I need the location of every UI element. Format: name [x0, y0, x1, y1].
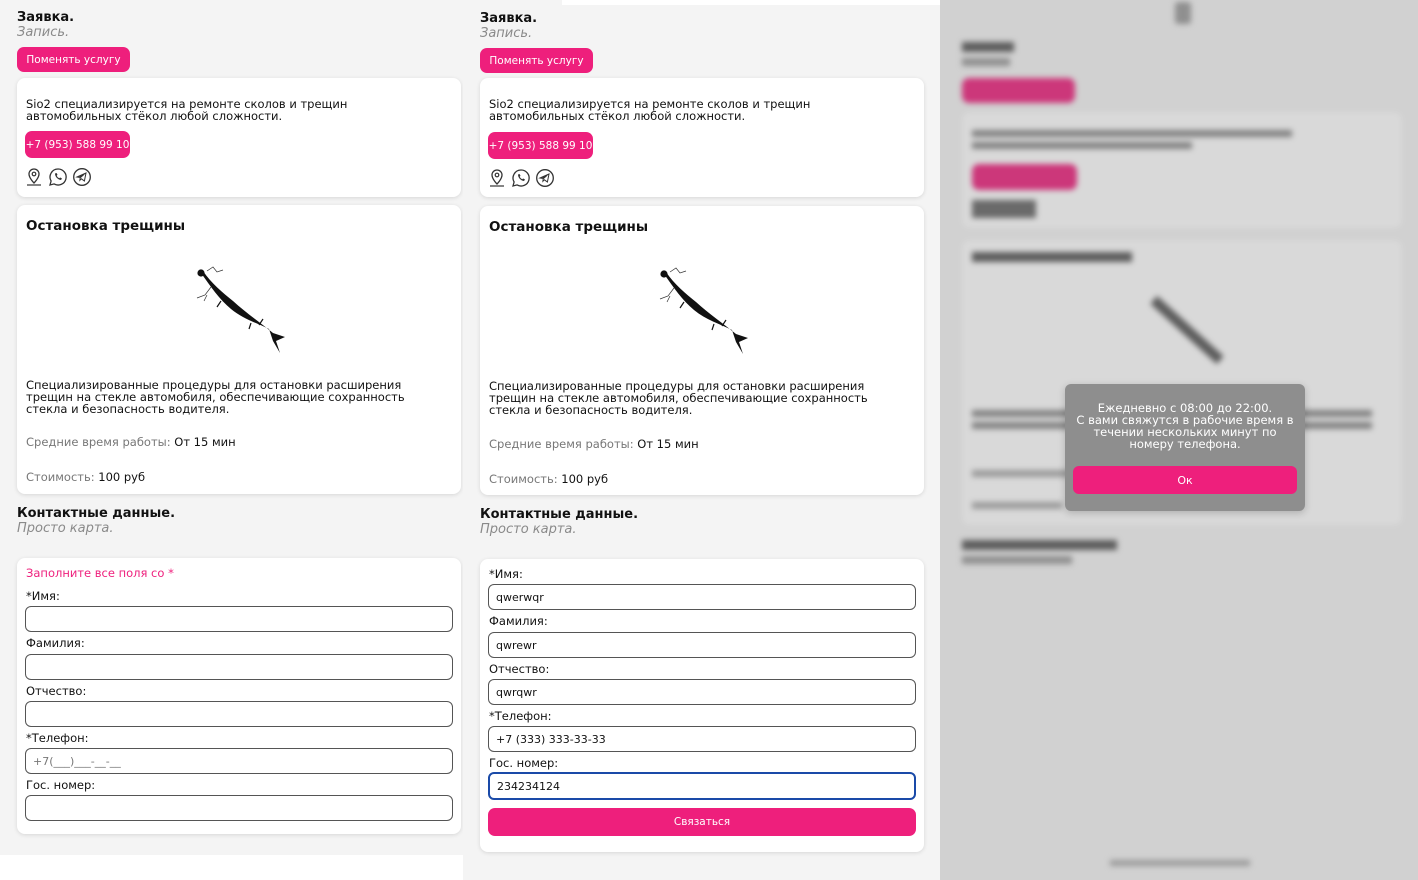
service-description: Специализированные процедуры для останов…	[26, 378, 405, 416]
crack-illustration	[196, 266, 285, 353]
contacts-title: Контактные данные.	[480, 507, 639, 522]
service-price: Стоимость: 100 руб	[26, 470, 146, 484]
page-subtitle: Запись.	[480, 26, 533, 41]
service-price: Стоимость: 100 руб	[489, 472, 609, 486]
page-subtitle: Запись.	[17, 25, 70, 40]
contacts-title: Контактные данные.	[17, 506, 176, 521]
contact-form: *Имя: Фамилия: Отчество: *Телефон: Гос. …	[480, 559, 924, 852]
company-description: Sio2 специализируется на ремонте сколов …	[489, 97, 811, 123]
name-input[interactable]	[488, 584, 916, 610]
service-time: Средние время работы: От 15 мин	[26, 435, 236, 449]
screen-filled-form: Заявка. Запись. Поменять услугу Sio2 спе…	[463, 0, 940, 880]
ok-button[interactable]: Ок	[1073, 466, 1297, 494]
plate-label: Гос. номер:	[26, 778, 96, 792]
submit-button[interactable]: Связаться	[488, 808, 916, 836]
page-title: Заявка.	[17, 10, 75, 25]
confirmation-modal: Ежедневно с 08:00 до 22:00. С вами свяжу…	[1065, 384, 1305, 511]
telegram-icon[interactable]	[72, 167, 92, 187]
screen-confirmation-modal: Ежедневно с 08:00 до 22:00. С вами свяжу…	[940, 0, 1418, 880]
screen-empty-form: Заявка. Запись. Поменять услугу Sio2 спе…	[0, 0, 463, 880]
patronymic-input[interactable]	[488, 679, 916, 705]
plate-label: Гос. номер:	[489, 756, 559, 770]
service-description: Специализированные процедуры для останов…	[489, 379, 868, 417]
name-label: *Имя:	[26, 589, 60, 603]
contacts-subtitle: Просто карта.	[17, 521, 114, 536]
surname-input[interactable]	[488, 632, 916, 658]
phone-button[interactable]: +7 (953) 588 99 10	[25, 131, 130, 158]
map-pin-icon[interactable]	[24, 167, 44, 187]
phone-label: *Телефон:	[26, 731, 89, 745]
company-card: Sio2 специализируется на ремонте сколов …	[480, 78, 924, 197]
map-pin-icon[interactable]	[487, 168, 507, 188]
name-input[interactable]	[25, 606, 453, 632]
name-label: *Имя:	[489, 567, 523, 581]
service-card: Остановка трещины Специализированные про…	[17, 205, 461, 494]
plate-input[interactable]	[25, 795, 453, 821]
contacts-subtitle: Просто карта.	[480, 522, 577, 537]
whatsapp-icon[interactable]	[48, 167, 68, 187]
surname-label: Фамилия:	[489, 614, 548, 628]
telegram-icon[interactable]	[535, 168, 555, 188]
crack-illustration	[659, 267, 748, 354]
whatsapp-icon[interactable]	[511, 168, 531, 188]
service-card: Остановка трещины Специализированные про…	[480, 206, 924, 495]
company-description: Sio2 специализируется на ремонте сколов …	[26, 97, 348, 123]
change-service-button[interactable]: Поменять услугу	[17, 47, 130, 72]
required-warning: Заполните все поля со *	[26, 566, 174, 580]
phone-input[interactable]	[25, 748, 453, 774]
phone-input[interactable]	[488, 726, 916, 752]
phone-label: *Телефон:	[489, 709, 552, 723]
contact-form: Заполните все поля со * *Имя: Фамилия: О…	[17, 558, 461, 834]
service-title: Остановка трещины	[489, 219, 649, 235]
page-title: Заявка.	[480, 11, 538, 26]
plate-input[interactable]	[488, 772, 916, 800]
service-time: Средние время работы: От 15 мин	[489, 437, 699, 451]
patronymic-input[interactable]	[25, 701, 453, 727]
patronymic-label: Отчество:	[26, 684, 87, 698]
surname-label: Фамилия:	[26, 636, 85, 650]
modal-message: Ежедневно с 08:00 до 22:00. С вами свяжу…	[1076, 401, 1294, 451]
surname-input[interactable]	[25, 654, 453, 680]
service-title: Остановка трещины	[26, 218, 186, 234]
contact-icons	[24, 167, 92, 187]
patronymic-label: Отчество:	[489, 662, 550, 676]
company-card: Sio2 специализируется на ремонте сколов …	[17, 78, 461, 197]
phone-button[interactable]: +7 (953) 588 99 10	[488, 132, 593, 159]
change-service-button[interactable]: Поменять услугу	[480, 48, 593, 73]
contact-icons	[487, 168, 555, 188]
